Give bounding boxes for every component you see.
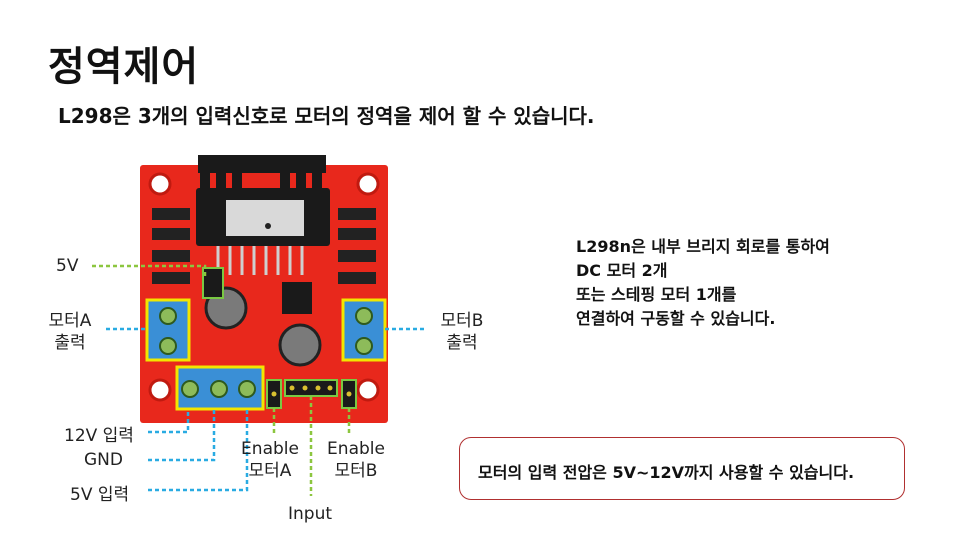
description-line: 또는 스테핑 모터 1개를 (576, 285, 737, 304)
voltage-note-text: 모터의 입력 전압은 5V~12V까지 사용할 수 있습니다. (478, 463, 855, 482)
label-enable-b-line2: 모터B (334, 461, 378, 481)
l298-chip (226, 200, 304, 236)
label-enable-a-line2: 모터A (248, 461, 292, 481)
label-motor-a-output: 모터A 출력 (40, 310, 100, 354)
label-motor-a-output-text: 출력 (54, 333, 86, 353)
label-enable-b-line1: Enable (327, 439, 385, 459)
label-5v: 5V (56, 256, 79, 276)
voltage-note-box: 모터의 입력 전압은 5V~12V까지 사용할 수 있습니다. (459, 437, 905, 500)
description-line: 연결하여 구동할 수 있습니다. (576, 309, 776, 328)
description-line: DC 모터 2개 (576, 261, 668, 280)
label-motor-b-output-text: 출력 (446, 333, 478, 353)
label-enable-b: Enable 모터B (322, 438, 390, 482)
label-motor-b: 모터B (440, 311, 484, 331)
label-enable-a: Enable 모터A (236, 438, 304, 482)
label-5v-input: 5V 입력 (70, 485, 130, 505)
description-line: L298n은 내부 브리지 회로를 통하여 (576, 237, 830, 256)
label-gnd: GND (84, 450, 123, 470)
label-enable-a-line1: Enable (241, 439, 299, 459)
label-motor-a: 모터A (48, 311, 92, 331)
label-input: Input (288, 504, 333, 524)
label-12v-input: 12V 입력 (64, 426, 134, 446)
voltage-regulator (282, 282, 312, 314)
description-text: L298n은 내부 브리지 회로를 통하여 DC 모터 2개 또는 스테핑 모터… (576, 235, 830, 331)
label-motor-b-output: 모터B 출력 (430, 310, 494, 354)
